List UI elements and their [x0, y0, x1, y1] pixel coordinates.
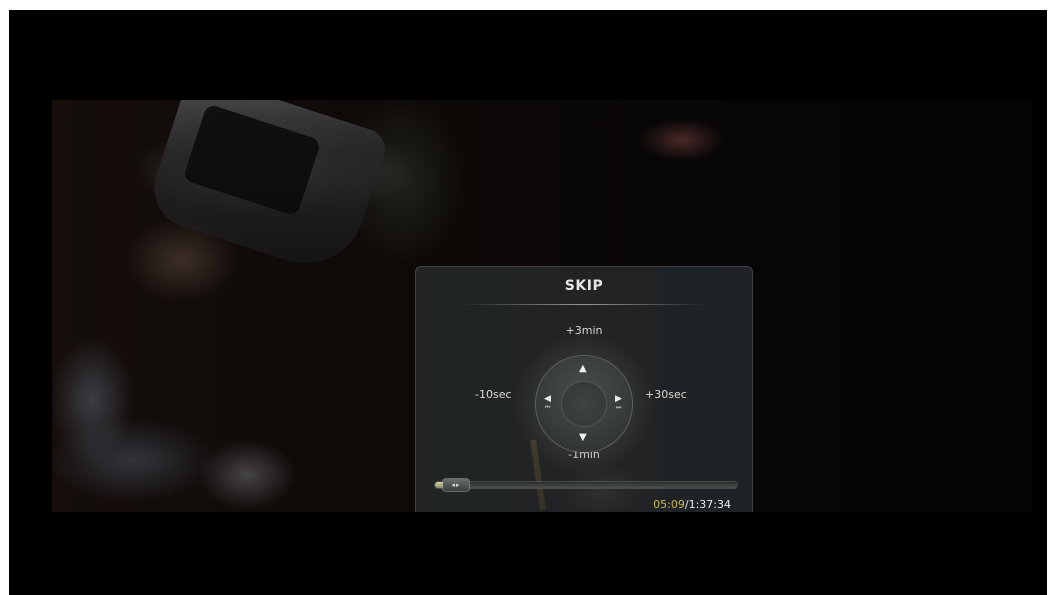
tv-screen: SKIP +3min -10sec +30sec -1min ▲ ▼ ◀ ▶ ⏮… [9, 10, 1047, 595]
skip-panel: SKIP +3min -10sec +30sec -1min ▲ ▼ ◀ ▶ ⏮… [415, 266, 753, 512]
time-display: 05:09/1:37:34 [653, 498, 731, 511]
progress-handle[interactable]: ◂▸ [443, 479, 469, 491]
progress-bar[interactable]: ◂▸ [435, 479, 737, 491]
arrow-right-icon[interactable]: ▶ [615, 394, 622, 404]
skip-title: SKIP [564, 278, 604, 294]
skip-back-icon: ⏮ [545, 404, 551, 411]
current-time: 05:09 [653, 498, 685, 511]
dpad-control[interactable]: ▲ ▼ ◀ ▶ ⏮ ⏭ [536, 356, 632, 452]
arrow-down-icon[interactable]: ▼ [579, 433, 587, 443]
title-divider [461, 304, 707, 305]
arrow-left-icon[interactable]: ◀ [544, 394, 551, 404]
video-frame: SKIP +3min -10sec +30sec -1min ▲ ▼ ◀ ▶ ⏮… [52, 100, 1032, 512]
total-time: 1:37:34 [688, 498, 731, 511]
skip-back-10sec-label: -10sec [475, 388, 512, 401]
skip-forward-icon: ⏭ [616, 404, 622, 411]
dpad-center-button[interactable] [562, 382, 606, 426]
arrow-up-icon[interactable]: ▲ [579, 364, 587, 374]
